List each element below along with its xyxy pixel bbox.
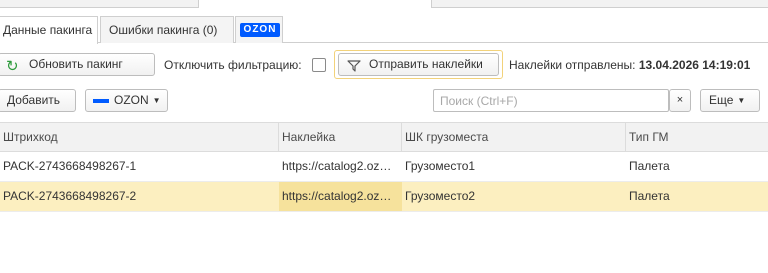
chevron-down-icon: ▼ [152,96,161,106]
cell-sticker: https://catalog2.ozon.ru [282,159,402,173]
table-header: Штрихкод Наклейка ШК грузоместа Тип ГМ [0,122,768,152]
send-icon [347,58,361,79]
stickers-sent-status: Наклейки отправлены: 13.04.2026 14:19:01 [509,58,750,72]
tab-packing-errors[interactable]: Ошибки пакинга (0) [100,16,234,43]
top-strip [0,0,768,8]
column-header-barcode[interactable]: Штрихкод [0,123,279,152]
cell-barcode: PACK-2743668498267-1 [3,159,137,173]
column-header-sticker[interactable]: Наклейка [279,123,402,152]
ozon-menu-button[interactable]: OZON ▼ [85,89,168,112]
cell-cargo-type: Палета [629,159,670,173]
clear-search-button[interactable]: × [669,89,691,112]
parent-tab-fragment[interactable] [198,0,432,8]
stickers-sent-prefix: Наклейки отправлены: [509,58,636,72]
table-row[interactable]: PACK-2743668498267-1 https://catalog2.oz… [0,152,768,182]
cell-cargo-type: Палета [629,189,670,203]
chevron-down-icon: ▼ [737,96,746,106]
disable-filter-label: Отключить фильтрацию: [164,58,302,72]
send-stickers-button[interactable]: Отправить наклейки [338,53,499,76]
cell-cargo-barcode: Грузоместо2 [405,189,476,203]
column-header-cargo-type[interactable]: Тип ГМ [626,123,768,152]
disable-filter-checkbox[interactable] [312,58,326,72]
refresh-packing-button[interactable]: ↻ Обновить пакинг [0,53,155,76]
tab-ozon[interactable]: OZON [235,16,283,43]
cell-sticker: https://catalog2.ozon.ru [279,182,402,211]
tab-bar: Данные пакинга Ошибки пакинга (0) OZON [0,16,768,44]
search-input[interactable] [433,89,669,112]
table-row-selected[interactable]: PACK-2743668498267-2 https://catalog2.oz… [0,182,768,212]
refresh-icon: ↻ [6,58,19,75]
ozon-menu-label: OZON [114,93,149,107]
ozon-mini-icon [93,99,109,103]
send-stickers-label: Отправить наклейки [369,57,483,71]
cell-cargo-barcode: Грузоместо1 [405,159,476,173]
more-menu-label: Еще [709,93,734,107]
cell-barcode: PACK-2743668498267-2 [3,189,137,203]
ozon-logo: OZON [240,23,280,37]
add-button[interactable]: Добавить [0,89,76,112]
refresh-packing-label: Обновить пакинг [29,57,123,71]
column-header-cargo-barcode[interactable]: ШК грузоместа [402,123,626,152]
more-menu-button[interactable]: Еще ▼ [700,89,760,112]
stickers-sent-date: 13.04.2026 14:19:01 [638,58,751,72]
tab-packing-data[interactable]: Данные пакинга [0,16,98,44]
